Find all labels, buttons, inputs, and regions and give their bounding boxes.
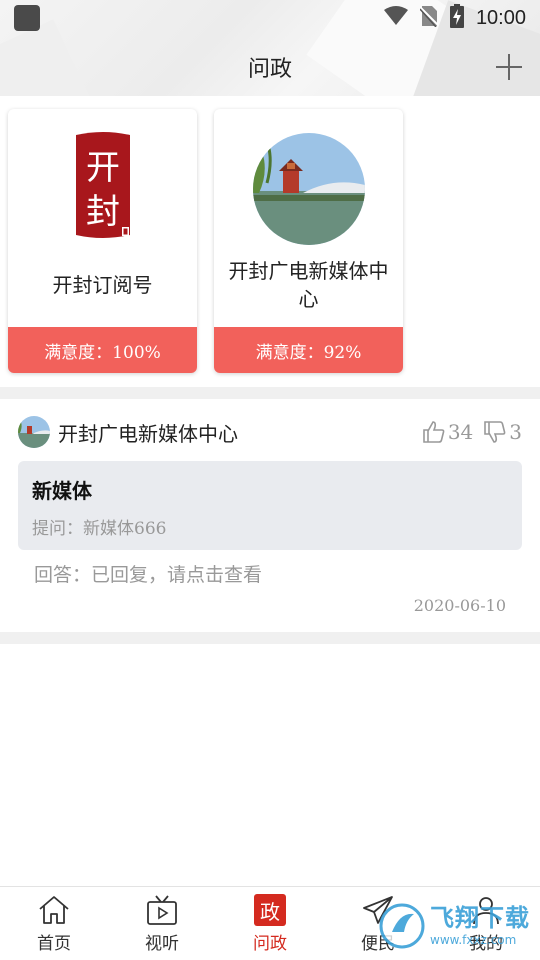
nav-home[interactable]: 首页	[0, 887, 108, 960]
status-bar: 10:00	[0, 0, 540, 36]
no-sim-icon	[419, 5, 439, 31]
thumbs-up-icon	[423, 421, 445, 443]
card-media-center[interactable]: 开封广电新媒体中心 满意度：92%	[214, 109, 403, 373]
question-box[interactable]: 新媒体 提问：新媒体666	[18, 461, 522, 550]
page-title: 问政	[247, 57, 292, 82]
nav-label: 视听	[145, 934, 179, 954]
post-date: 2020-06-10	[413, 596, 506, 615]
app-notification-icon	[14, 5, 40, 31]
qa-post: 开封广电新媒体中心 34 3 新媒体 提问：新媒体666 回答：已回复，请点击查…	[0, 400, 540, 632]
nav-convenience[interactable]: 便民	[324, 887, 432, 960]
card-name: 开封广电新媒体中心	[228, 259, 389, 311]
svg-text:开: 开	[86, 148, 120, 188]
question-title: 新媒体	[32, 479, 92, 503]
like-count: 34	[447, 420, 474, 444]
battery-charging-icon	[449, 4, 464, 32]
section-divider	[0, 387, 540, 399]
author-name[interactable]: 开封广电新媒体中心	[58, 418, 238, 447]
plus-icon	[496, 54, 522, 80]
media-center-avatar	[252, 133, 365, 249]
kaifeng-logo: 开 封	[72, 131, 134, 249]
nav-label: 我的	[469, 934, 503, 954]
post-header: 开封广电新媒体中心 34 3	[18, 416, 522, 448]
home-icon	[37, 893, 71, 927]
card-name: 开封订阅号	[52, 273, 153, 297]
account-cards: 开 封 开封订阅号 满意度：100% 开封广电新媒体中心 满意度：92%	[8, 109, 403, 373]
nav-label: 首页	[37, 934, 71, 954]
vote-group: 34 3	[422, 420, 522, 444]
nav-mine[interactable]: 我的	[432, 887, 540, 960]
author-avatar[interactable]	[18, 416, 50, 448]
dislike-count: 3	[509, 420, 522, 444]
title-bar: 问政	[0, 44, 540, 90]
dislike-button[interactable]: 3	[483, 420, 522, 444]
satisfaction-badge: 满意度：92%	[214, 327, 403, 373]
satisfaction-badge: 满意度：100%	[8, 327, 197, 373]
thumbs-down-icon	[484, 421, 506, 443]
nav-gov[interactable]: 政 问政	[216, 887, 324, 960]
svg-text:封: 封	[86, 192, 120, 232]
question-text: 提问：新媒体666	[32, 519, 167, 539]
like-button[interactable]: 34	[422, 420, 473, 444]
user-icon	[469, 893, 503, 927]
nav-label: 便民	[361, 934, 395, 954]
bottom-nav: 首页 视听 政 问政 便民 我的	[0, 886, 540, 960]
gov-icon: 政	[254, 894, 286, 926]
section-divider	[0, 632, 540, 644]
tv-icon	[145, 893, 179, 927]
card-kaifeng-subscription[interactable]: 开 封 开封订阅号 满意度：100%	[8, 109, 197, 373]
paper-plane-icon	[361, 893, 395, 927]
add-button[interactable]	[494, 52, 524, 82]
clock-time: 10:00	[475, 6, 526, 29]
wifi-icon	[383, 6, 408, 30]
nav-audiovisual[interactable]: 视听	[108, 887, 216, 960]
answer-link[interactable]: 回答：已回复，请点击查看	[34, 560, 262, 587]
nav-label: 问政	[253, 934, 287, 954]
